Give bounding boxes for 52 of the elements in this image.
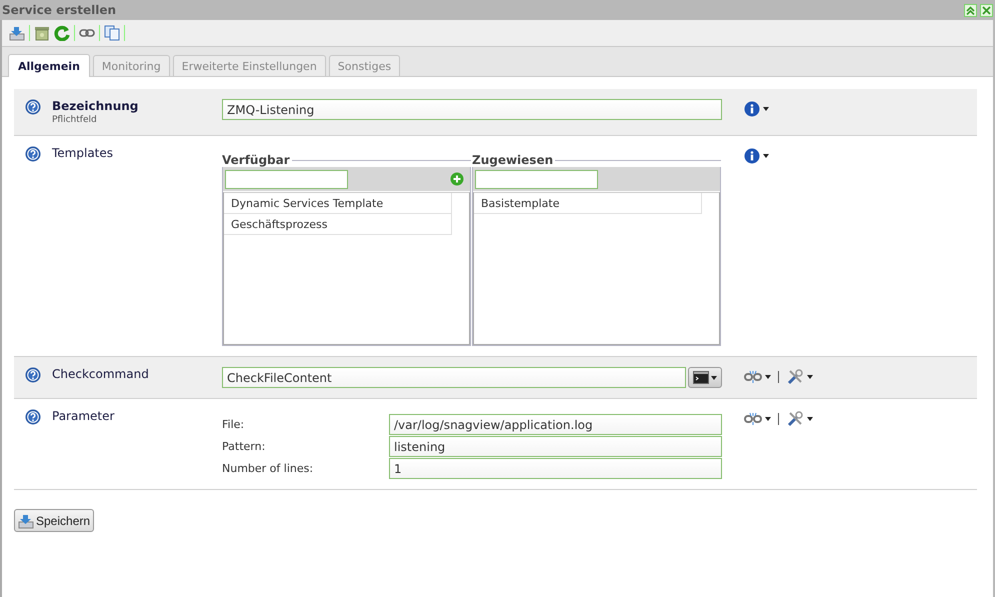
save-icon <box>18 512 34 528</box>
parameter-field[interactable]: /var/log/snagview/application.log <box>389 414 722 435</box>
double-chevron-icon <box>966 6 975 14</box>
tab[interactable]: Allgemein <box>8 54 90 77</box>
field-label: Parameter <box>52 409 116 423</box>
dropdown-caret-icon[interactable] <box>765 417 771 421</box>
refresh-icon[interactable] <box>54 25 70 41</box>
text-field[interactable]: ZMQ-Listening <box>222 99 722 120</box>
copy-icon[interactable] <box>104 25 120 41</box>
command-button[interactable] <box>688 367 722 388</box>
help-icon[interactable] <box>25 367 41 383</box>
parameter-field[interactable]: 1 <box>389 458 722 479</box>
archive-icon[interactable] <box>34 25 50 41</box>
collapse-button[interactable] <box>964 4 977 16</box>
broken-link-icon[interactable] <box>744 412 762 426</box>
fieldset-legend: Verfügbar <box>222 153 471 167</box>
parameter-label: File: <box>222 418 246 431</box>
save-toolbar-icon[interactable] <box>9 25 25 41</box>
dropdown-caret-icon[interactable] <box>763 154 769 158</box>
parameter-label: Pattern: <box>222 440 266 453</box>
dropdown-caret-icon[interactable] <box>807 417 813 421</box>
field-label: Bezeichnung <box>52 99 140 113</box>
close-icon <box>982 6 991 14</box>
info-icon[interactable] <box>744 101 760 117</box>
filter-field[interactable] <box>475 170 598 188</box>
terminal-icon <box>693 371 710 384</box>
filter-field[interactable] <box>225 170 348 188</box>
field-label: Templates <box>52 146 114 160</box>
command-field[interactable]: CheckFileContent <box>222 367 686 388</box>
broken-link-icon[interactable] <box>744 370 762 384</box>
field-label: Checkcommand <box>52 367 150 381</box>
list-item[interactable]: Dynamic Services Template <box>224 193 452 214</box>
help-icon[interactable] <box>25 99 41 115</box>
tools-icon[interactable] <box>786 411 804 427</box>
parameter-label: Number of lines: <box>222 462 314 475</box>
tools-icon[interactable] <box>786 369 804 385</box>
info-icon[interactable] <box>744 148 760 164</box>
close-button[interactable] <box>980 4 993 16</box>
window-title: Service erstellen <box>2 3 116 17</box>
dropdown-caret-icon[interactable] <box>807 375 813 379</box>
fieldset-legend: Zugewiesen <box>472 153 721 167</box>
parameter-field[interactable]: listening <box>389 436 722 457</box>
help-icon[interactable] <box>25 146 41 162</box>
help-icon[interactable] <box>25 409 41 425</box>
dropdown-caret-icon[interactable] <box>765 375 771 379</box>
dropdown-caret-icon <box>711 376 718 380</box>
add-icon[interactable] <box>450 172 464 186</box>
list-item[interactable]: Geschäftsprozess <box>224 214 452 235</box>
required-hint: Pflichtfeld <box>52 115 98 125</box>
save-button[interactable]: Speichern <box>14 509 94 532</box>
list-item[interactable]: Basistemplate <box>474 193 702 214</box>
dropdown-caret-icon[interactable] <box>763 107 769 111</box>
